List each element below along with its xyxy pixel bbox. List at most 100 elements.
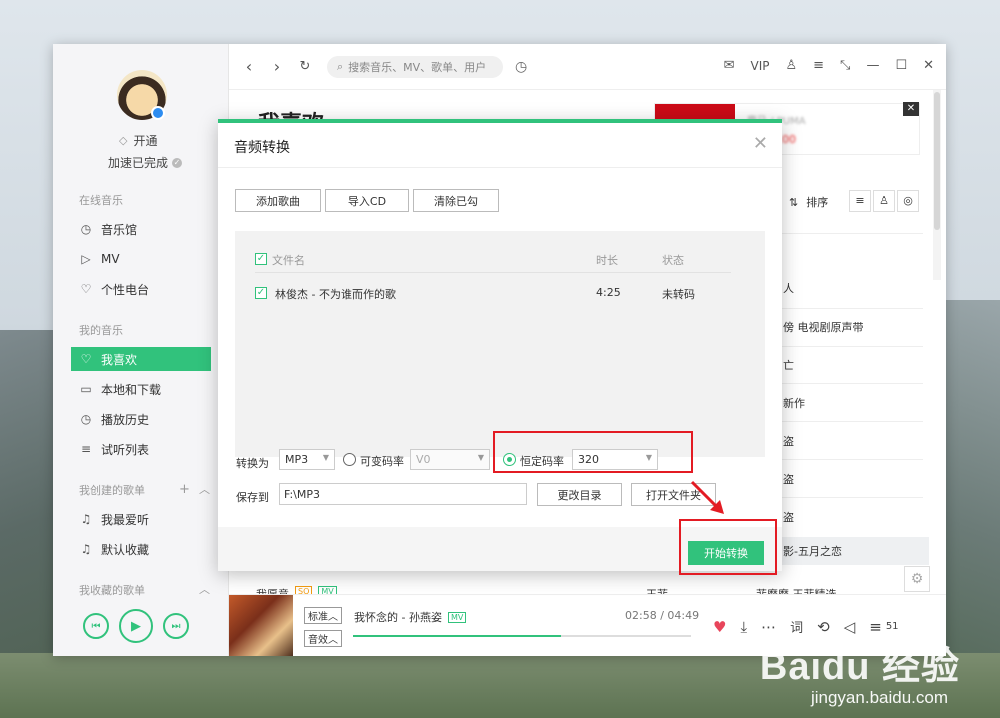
chevron-up-icon[interactable]: ︿	[199, 481, 210, 497]
sidebar-item-label: 我喜欢	[101, 352, 138, 367]
list-item-highlighted[interactable]: 影-五月之恋	[777, 537, 929, 565]
singer-view-icon[interactable]: ♙	[873, 190, 895, 212]
chevron-down-icon: ▼	[477, 453, 484, 462]
like-heart-icon[interactable]: ♥	[713, 618, 726, 636]
list-item[interactable]: 盗	[783, 471, 929, 487]
change-directory-button[interactable]: 更改目录	[537, 483, 622, 506]
vip-button[interactable]: VIP	[750, 59, 769, 73]
sidebar-item-local-download[interactable]: ▭ 本地和下载	[71, 377, 211, 401]
settings-gear-icon[interactable]: ⚙	[904, 566, 930, 592]
vbr-radio[interactable]	[343, 453, 356, 466]
check-circle-icon: ✓	[172, 157, 183, 168]
playlist-icon[interactable]: ≡	[869, 618, 882, 636]
list-icon: ≡	[80, 442, 92, 456]
banner-close-icon[interactable]: ✕	[903, 102, 919, 116]
maximize-icon[interactable]: ☐	[895, 58, 907, 73]
row-checkbox[interactable]: ✓	[255, 287, 267, 299]
download-icon[interactable]: ⤓	[740, 618, 747, 636]
list-item[interactable]: 傍 电视剧原声带	[783, 319, 929, 335]
back-button[interactable]: ‹	[235, 57, 263, 76]
section-created-playlists: 我创建的歌单	[79, 484, 145, 497]
list-item[interactable]: 新作	[783, 395, 929, 411]
sidebar-item-radio[interactable]: ♡ 个性电台	[71, 277, 211, 301]
play-button[interactable]: ▶	[119, 609, 153, 643]
sidebar-item-default-collection[interactable]: ♫ 默认收藏	[71, 537, 211, 561]
save-to-label: 保存到	[236, 491, 269, 504]
effect-selector[interactable]: 音效︿	[304, 630, 342, 647]
sidebar-item-label: 我最爱听	[101, 512, 150, 527]
add-song-button[interactable]: 添加歌曲	[235, 189, 321, 212]
baidu-watermark: Baidu 经验	[759, 646, 960, 688]
sidebar-item-favorites[interactable]: ♡ 我喜欢	[71, 347, 211, 371]
quality-selector[interactable]: 标准︿	[304, 607, 342, 624]
dialog-close-icon[interactable]: ✕	[753, 133, 768, 154]
vbr-select[interactable]: V0 ▼	[410, 449, 490, 470]
mini-mode-icon[interactable]: ⤡	[840, 58, 850, 73]
list-view-icon[interactable]: ≡	[849, 190, 871, 212]
top-bar: ‹ › ↻ ⌕ 搜索音乐、MV、歌单、用户 ◷ ✉ VIP ♙ ≡ ⤡ — ☐ …	[229, 44, 946, 90]
now-playing: 我怀念的 - 孙燕姿 MV	[354, 609, 467, 625]
select-all-checkbox[interactable]: ✓	[255, 253, 267, 265]
sidebar-item-label: 默认收藏	[101, 542, 150, 557]
sidebar: ◇ 开通 加速已完成 ✓ 在线音乐 ◷ 音乐馆 ▷ MV ♡ 个性电台 我的音乐…	[53, 44, 229, 656]
annotation-box-start	[679, 519, 777, 575]
play-icon: ▶	[131, 618, 141, 634]
row-status: 未转码	[662, 288, 695, 301]
listen-recognize-icon[interactable]: ◷	[515, 59, 527, 75]
album-view-icon[interactable]: ◎	[897, 190, 919, 212]
sidebar-item-label: 播放历史	[101, 412, 150, 427]
view-switch: ≡ ♙ ◎	[849, 190, 919, 212]
refresh-button[interactable]: ↻	[291, 59, 319, 74]
sidebar-item-trial-list[interactable]: ≡ 试听列表	[71, 437, 211, 461]
format-select[interactable]: MP3 ▼	[279, 449, 335, 470]
vbr-label: 可变码率	[360, 455, 404, 468]
col-duration: 时长	[596, 254, 618, 267]
sidebar-item-history[interactable]: ◷ 播放历史	[71, 407, 211, 431]
comment-icon[interactable]: ⋯	[761, 618, 776, 636]
sidebar-item-music-hall[interactable]: ◷ 音乐馆	[71, 217, 211, 241]
sidebar-item-label: 试听列表	[101, 442, 150, 457]
playlist-count: 51	[885, 621, 899, 632]
mail-icon[interactable]: ✉	[724, 58, 735, 73]
file-list: ✓ 文件名 时长 状态 ✓ 林俊杰 - 不为谁而作的歌 4:25 未转码	[235, 231, 765, 457]
progress-bar[interactable]	[353, 635, 691, 637]
menu-icon[interactable]: ≡	[813, 58, 824, 73]
row-divider	[771, 497, 923, 498]
lyrics-icon[interactable]: 词	[790, 617, 803, 636]
table-row[interactable]: ✓ 林俊杰 - 不为谁而作的歌 4:25 未转码	[255, 279, 731, 307]
sidebar-item-label: 本地和下载	[101, 382, 162, 397]
sort-button[interactable]: ⇅ 排序	[789, 194, 828, 210]
monitor-icon: ▭	[80, 382, 92, 396]
minimize-icon[interactable]: —	[866, 58, 879, 73]
now-playing-title[interactable]: 我怀念的 - 孙燕姿	[354, 609, 442, 625]
vip-open[interactable]: ◇ 开通	[119, 132, 157, 149]
list-item[interactable]: 人	[783, 280, 929, 296]
chevron-up-icon[interactable]: ︿	[199, 581, 210, 597]
sidebar-item-label: 个性电台	[101, 282, 150, 297]
list-item[interactable]: 亡	[783, 357, 929, 373]
list-item[interactable]: 盗	[783, 433, 929, 449]
previous-button[interactable]: ⏮	[83, 613, 109, 639]
sidebar-item-most-loved[interactable]: ♫ 我最爱听	[71, 507, 211, 531]
close-icon[interactable]: ✕	[923, 58, 934, 73]
heart-icon: ♡	[80, 352, 92, 366]
mv-badge[interactable]: MV	[447, 611, 467, 623]
scrollbar-thumb[interactable]	[934, 92, 940, 230]
skin-icon[interactable]: ♙	[785, 58, 797, 73]
loop-icon[interactable]: ⟲	[817, 618, 830, 636]
add-playlist-icon[interactable]: +	[179, 482, 190, 497]
volume-icon[interactable]: ◁	[844, 618, 856, 636]
diamond-icon: ◇	[119, 134, 128, 147]
col-status: 状态	[662, 254, 684, 267]
clear-checked-button[interactable]: 清除已勾	[413, 189, 499, 212]
import-cd-button[interactable]: 导入CD	[325, 189, 409, 212]
vip-open-label: 开通	[133, 134, 158, 148]
album-cover[interactable]	[229, 595, 293, 656]
sidebar-item-mv[interactable]: ▷ MV	[71, 247, 211, 271]
forward-button[interactable]: ›	[263, 57, 291, 76]
next-button[interactable]: ⏭	[163, 613, 189, 639]
row-divider	[771, 383, 923, 384]
save-path-input[interactable]: F:\MP3	[279, 483, 527, 505]
search-input[interactable]: ⌕ 搜索音乐、MV、歌单、用户	[327, 55, 503, 78]
list-item[interactable]: 盗	[783, 509, 929, 525]
